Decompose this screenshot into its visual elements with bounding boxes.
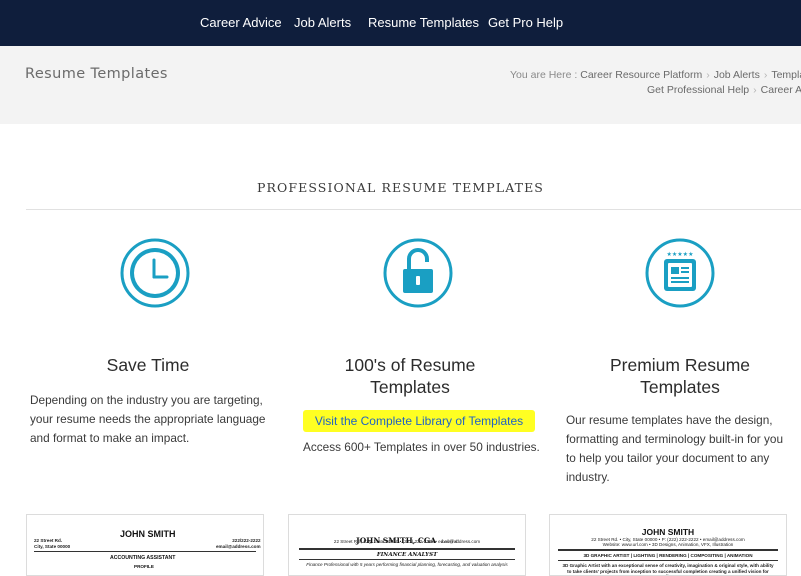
thumb-role: 3D GRAPHIC ARTIST | LIGHTING | RENDERING… bbox=[583, 553, 753, 558]
document-stars-icon: ★★★★★ bbox=[644, 237, 716, 309]
feature-text-save-time: Depending on the industry you are target… bbox=[30, 393, 266, 445]
breadcrumb-prefix: You are Here : bbox=[510, 69, 578, 81]
feature-title-library: 100's of Resume Templates bbox=[344, 355, 476, 397]
thumb-summary: Finance Professional with 5 years perfor… bbox=[306, 562, 508, 567]
thumb-divider bbox=[558, 549, 778, 551]
breadcrumb-line-2: Get Professional Help›Career Advi bbox=[647, 84, 801, 96]
top-navigation: Career Advice Job Alerts Resume Template… bbox=[0, 0, 801, 46]
thumb-name: JOHN SMITH bbox=[120, 529, 176, 539]
breadcrumb-career-advice[interactable]: Career Advi bbox=[761, 84, 801, 96]
thumb-contact: 22 Street Rd., City, State 00000 • (222)… bbox=[333, 539, 481, 544]
breadcrumb-career-resource-platform[interactable]: Career Resource Platform bbox=[580, 69, 702, 81]
thumb-divider bbox=[34, 551, 256, 552]
page-title: Resume Templates bbox=[25, 66, 168, 82]
clock-icon bbox=[119, 237, 191, 309]
breadcrumb-job-alerts[interactable]: Job Alerts bbox=[714, 69, 760, 81]
feature-title-premium: Premium Resume Templates bbox=[609, 355, 751, 397]
feature-title-save-time: Save Time bbox=[106, 355, 190, 375]
unlock-icon bbox=[382, 237, 454, 309]
thumb-summary: 3D Graphic Artist with an exceptional se… bbox=[562, 563, 774, 575]
thumb-website: Website: www.url.com • 3D Designs, Anima… bbox=[602, 542, 734, 547]
thumb-divider-2 bbox=[558, 560, 778, 561]
feature-text-premium: Our resume templates have the design, fo… bbox=[566, 413, 784, 484]
nav-resume-templates[interactable]: Resume Templates bbox=[368, 0, 479, 46]
thumb-address-left: 22 Street Rd. City, State 00000 bbox=[34, 538, 71, 549]
nav-career-advice[interactable]: Career Advice bbox=[200, 0, 282, 46]
thumb-divider-2 bbox=[299, 559, 515, 560]
thumb-role: ACCOUNTING ASSISTANT bbox=[110, 555, 176, 561]
thumb-name: JOHN SMITH bbox=[641, 527, 695, 537]
resume-thumbnail-3d-artist[interactable]: JOHN SMITH 22 Street Rd. • City, State 0… bbox=[549, 514, 787, 576]
breadcrumb: You are Here : Career Resource Platform ›… bbox=[510, 69, 801, 81]
visit-template-library-link[interactable]: Visit the Complete Library of Templates bbox=[303, 410, 535, 432]
resume-thumbnail-finance[interactable]: JOHN SMITH, CGA Level 4 22 Street Rd., C… bbox=[288, 514, 526, 576]
resume-thumbnail-accounting[interactable]: JOHN SMITH 22 Street Rd. City, State 000… bbox=[26, 514, 264, 576]
section-heading: PROFESSIONAL RESUME TEMPLATES bbox=[257, 180, 544, 195]
feature-text-library: Access 600+ Templates in over 50 industr… bbox=[303, 440, 540, 454]
section-divider bbox=[26, 209, 801, 210]
thumb-divider bbox=[299, 548, 515, 550]
thumb-address-right: 222/222-2222 email@address.com bbox=[216, 538, 261, 549]
svg-text:★★★★★: ★★★★★ bbox=[667, 251, 694, 258]
thumb-section: PROFILE bbox=[134, 564, 154, 569]
nav-get-pro-help[interactable]: Get Pro Help bbox=[488, 0, 563, 46]
thumb-role: FINANCE ANALYST bbox=[376, 552, 438, 558]
breadcrumb-get-professional-help[interactable]: Get Professional Help bbox=[647, 84, 749, 96]
breadcrumb-templates[interactable]: Templates bbox=[771, 69, 801, 81]
page-title-bar: Resume Templates You are Here : Career R… bbox=[0, 46, 801, 124]
nav-job-alerts[interactable]: Job Alerts bbox=[294, 0, 351, 46]
